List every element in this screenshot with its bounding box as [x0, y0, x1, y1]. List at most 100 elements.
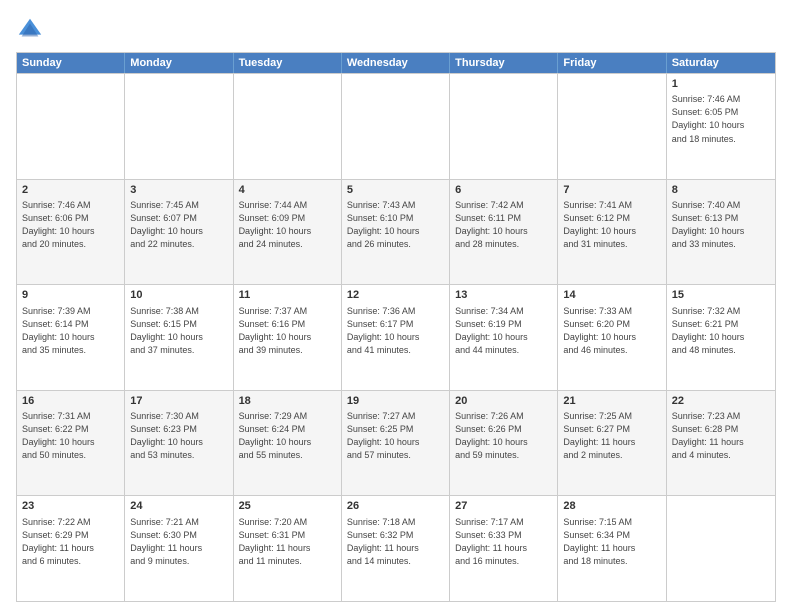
cal-row: 16Sunrise: 7:31 AM Sunset: 6:22 PM Dayli… [17, 390, 775, 496]
day-number: 4 [239, 183, 336, 198]
day-number: 25 [239, 499, 336, 514]
cal-header-day: Wednesday [342, 53, 450, 73]
day-number: 9 [22, 288, 119, 303]
day-number: 17 [130, 394, 227, 409]
cal-cell: 20Sunrise: 7:26 AM Sunset: 6:26 PM Dayli… [450, 391, 558, 496]
logo-icon [16, 16, 44, 44]
cal-cell: 2Sunrise: 7:46 AM Sunset: 6:06 PM Daylig… [17, 180, 125, 285]
cal-row: 9 Sunrise: 7:39 AM Sunset: 6:14 PM Daylig… [17, 284, 775, 390]
cal-row: 2Sunrise: 7:46 AM Sunset: 6:06 PM Daylig… [17, 179, 775, 285]
cal-header-day: Thursday [450, 53, 558, 73]
day-number: 3 [130, 183, 227, 198]
day-number: 24 [130, 499, 227, 514]
cal-cell [450, 74, 558, 179]
calendar-body: 1Sunrise: 7:46 AM Sunset: 6:05 PM Daylig… [17, 73, 775, 601]
cal-cell: 11 Sunrise: 7:37 AM Sunset: 6:16 PM Dayli… [234, 285, 342, 390]
cal-cell [342, 74, 450, 179]
day-number: 15 [672, 288, 770, 303]
cal-cell: 1Sunrise: 7:46 AM Sunset: 6:05 PM Daylig… [667, 74, 775, 179]
cell-info: Sunrise: 7:43 AM Sunset: 6:10 PM Dayligh… [347, 199, 444, 251]
day-number: 21 [563, 394, 660, 409]
cal-cell: 23Sunrise: 7:22 AM Sunset: 6:29 PM Dayli… [17, 496, 125, 601]
day-number: 16 [22, 394, 119, 409]
cell-info: Sunrise: 7:17 AM Sunset: 6:33 PM Dayligh… [455, 516, 552, 568]
cal-cell [558, 74, 666, 179]
cal-row: 23Sunrise: 7:22 AM Sunset: 6:29 PM Dayli… [17, 495, 775, 601]
cal-cell: 16Sunrise: 7:31 AM Sunset: 6:22 PM Dayli… [17, 391, 125, 496]
cell-info: Sunrise: 7:26 AM Sunset: 6:26 PM Dayligh… [455, 410, 552, 462]
cal-cell: 14 Sunrise: 7:33 AM Sunset: 6:20 PM Dayli… [558, 285, 666, 390]
cal-cell: 12Sunrise: 7:36 AM Sunset: 6:17 PM Dayli… [342, 285, 450, 390]
page: SundayMondayTuesdayWednesdayThursdayFrid… [0, 0, 792, 612]
day-number: 11 [239, 288, 336, 303]
day-number: 27 [455, 499, 552, 514]
cell-info: Sunrise: 7:33 AM Sunset: 6:20 PM Dayligh… [563, 305, 660, 357]
cell-info: Sunrise: 7:32 AM Sunset: 6:21 PM Dayligh… [672, 305, 770, 357]
cal-cell: 28 Sunrise: 7:15 AM Sunset: 6:34 PM Dayli… [558, 496, 666, 601]
day-number: 13 [455, 288, 552, 303]
cal-header-day: Saturday [667, 53, 775, 73]
cal-cell: 8Sunrise: 7:40 AM Sunset: 6:13 PM Daylig… [667, 180, 775, 285]
cal-cell [667, 496, 775, 601]
day-number: 18 [239, 394, 336, 409]
cal-cell [234, 74, 342, 179]
cell-info: Sunrise: 7:41 AM Sunset: 6:12 PM Dayligh… [563, 199, 660, 251]
cal-header-day: Monday [125, 53, 233, 73]
day-number: 19 [347, 394, 444, 409]
cell-info: Sunrise: 7:21 AM Sunset: 6:30 PM Dayligh… [130, 516, 227, 568]
cal-cell: 5Sunrise: 7:43 AM Sunset: 6:10 PM Daylig… [342, 180, 450, 285]
day-number: 26 [347, 499, 444, 514]
cal-cell: 4Sunrise: 7:44 AM Sunset: 6:09 PM Daylig… [234, 180, 342, 285]
cell-info: Sunrise: 7:20 AM Sunset: 6:31 PM Dayligh… [239, 516, 336, 568]
cell-info: Sunrise: 7:38 AM Sunset: 6:15 PM Dayligh… [130, 305, 227, 357]
calendar: SundayMondayTuesdayWednesdayThursdayFrid… [16, 52, 776, 602]
calendar-header: SundayMondayTuesdayWednesdayThursdayFrid… [17, 53, 775, 73]
cal-cell: 18Sunrise: 7:29 AM Sunset: 6:24 PM Dayli… [234, 391, 342, 496]
cell-info: Sunrise: 7:45 AM Sunset: 6:07 PM Dayligh… [130, 199, 227, 251]
cell-info: Sunrise: 7:37 AM Sunset: 6:16 PM Dayligh… [239, 305, 336, 357]
cell-info: Sunrise: 7:46 AM Sunset: 6:05 PM Dayligh… [672, 93, 770, 145]
cell-info: Sunrise: 7:29 AM Sunset: 6:24 PM Dayligh… [239, 410, 336, 462]
day-number: 14 [563, 288, 660, 303]
day-number: 6 [455, 183, 552, 198]
day-number: 5 [347, 183, 444, 198]
day-number: 2 [22, 183, 119, 198]
cell-info: Sunrise: 7:18 AM Sunset: 6:32 PM Dayligh… [347, 516, 444, 568]
cal-cell [17, 74, 125, 179]
cal-cell: 22Sunrise: 7:23 AM Sunset: 6:28 PM Dayli… [667, 391, 775, 496]
cell-info: Sunrise: 7:25 AM Sunset: 6:27 PM Dayligh… [563, 410, 660, 462]
cal-header-day: Sunday [17, 53, 125, 73]
cell-info: Sunrise: 7:44 AM Sunset: 6:09 PM Dayligh… [239, 199, 336, 251]
cal-cell: 17Sunrise: 7:30 AM Sunset: 6:23 PM Dayli… [125, 391, 233, 496]
day-number: 7 [563, 183, 660, 198]
cell-info: Sunrise: 7:42 AM Sunset: 6:11 PM Dayligh… [455, 199, 552, 251]
cal-cell: 10 Sunrise: 7:38 AM Sunset: 6:15 PM Dayli… [125, 285, 233, 390]
cal-cell: 15 Sunrise: 7:32 AM Sunset: 6:21 PM Dayli… [667, 285, 775, 390]
cal-cell: 19Sunrise: 7:27 AM Sunset: 6:25 PM Dayli… [342, 391, 450, 496]
cal-cell: 25 Sunrise: 7:20 AM Sunset: 6:31 PM Dayli… [234, 496, 342, 601]
cell-info: Sunrise: 7:34 AM Sunset: 6:19 PM Dayligh… [455, 305, 552, 357]
header [16, 16, 776, 44]
day-number: 1 [672, 77, 770, 92]
cell-info: Sunrise: 7:31 AM Sunset: 6:22 PM Dayligh… [22, 410, 119, 462]
cal-cell: 26 Sunrise: 7:18 AM Sunset: 6:32 PM Dayli… [342, 496, 450, 601]
day-number: 12 [347, 288, 444, 303]
cal-cell: 6Sunrise: 7:42 AM Sunset: 6:11 PM Daylig… [450, 180, 558, 285]
cell-info: Sunrise: 7:46 AM Sunset: 6:06 PM Dayligh… [22, 199, 119, 251]
day-number: 28 [563, 499, 660, 514]
logo [16, 16, 48, 44]
cal-cell: 9 Sunrise: 7:39 AM Sunset: 6:14 PM Daylig… [17, 285, 125, 390]
cal-cell: 3Sunrise: 7:45 AM Sunset: 6:07 PM Daylig… [125, 180, 233, 285]
cell-info: Sunrise: 7:39 AM Sunset: 6:14 PM Dayligh… [22, 305, 119, 357]
day-number: 22 [672, 394, 770, 409]
cell-info: Sunrise: 7:15 AM Sunset: 6:34 PM Dayligh… [563, 516, 660, 568]
cal-cell: 27 Sunrise: 7:17 AM Sunset: 6:33 PM Dayli… [450, 496, 558, 601]
day-number: 10 [130, 288, 227, 303]
cell-info: Sunrise: 7:23 AM Sunset: 6:28 PM Dayligh… [672, 410, 770, 462]
cell-info: Sunrise: 7:30 AM Sunset: 6:23 PM Dayligh… [130, 410, 227, 462]
cal-cell: 24 Sunrise: 7:21 AM Sunset: 6:30 PM Dayli… [125, 496, 233, 601]
day-number: 8 [672, 183, 770, 198]
cell-info: Sunrise: 7:40 AM Sunset: 6:13 PM Dayligh… [672, 199, 770, 251]
cal-header-day: Friday [558, 53, 666, 73]
cal-cell: 13 Sunrise: 7:34 AM Sunset: 6:19 PM Dayli… [450, 285, 558, 390]
